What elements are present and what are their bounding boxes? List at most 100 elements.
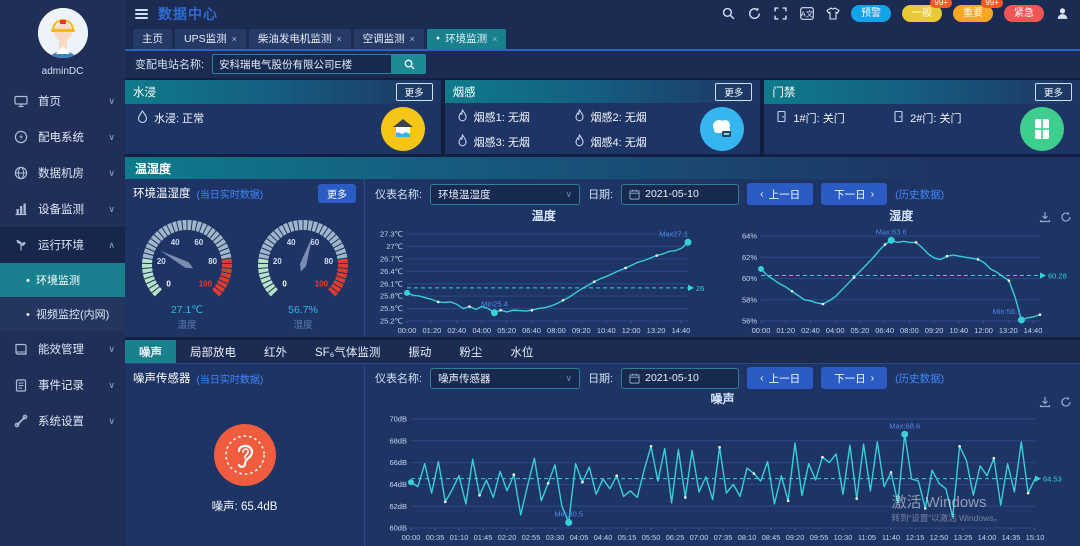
temperature-chart: 温度 27.3℃27℃26.7℃26.4℃26.1℃25.8℃25.5℃25.2…: [365, 209, 723, 337]
chevron-down-icon: ∨: [565, 373, 572, 384]
window-tab[interactable]: UPS监测×: [175, 29, 246, 49]
close-tab-icon[interactable]: ×: [336, 34, 341, 44]
more-button[interactable]: 更多: [396, 83, 433, 101]
svg-text:10:30: 10:30: [833, 533, 852, 542]
date-picker[interactable]: 2021-05-10: [621, 368, 739, 389]
svg-text:0: 0: [166, 279, 171, 288]
chevron-down-icon: ∨: [108, 168, 115, 179]
window-tab-label: 空调监测: [363, 31, 405, 46]
sidebar-item-server[interactable]: 数据机房∨: [0, 155, 125, 191]
door-icon: [1020, 107, 1064, 151]
sidebar-item-home[interactable]: 首页∨: [0, 83, 125, 119]
sidebar-item-book[interactable]: 能效管理∨: [0, 331, 125, 367]
gauge-more-button[interactable]: 更多: [318, 184, 356, 203]
refresh-icon[interactable]: [1060, 396, 1072, 408]
window-tab[interactable]: 主页: [133, 29, 172, 49]
sensor-tab[interactable]: 局部放电: [176, 340, 250, 363]
hamburger-menu-icon[interactable]: [135, 9, 148, 19]
svg-text:60: 60: [310, 238, 319, 247]
close-tab-icon[interactable]: ×: [410, 34, 415, 44]
date-picker[interactable]: 2021-05-10: [621, 184, 739, 205]
refresh-icon[interactable]: [1060, 211, 1072, 223]
svg-text:27.3℃: 27.3℃: [380, 230, 403, 239]
meter-select[interactable]: 噪声传感器 ∨: [430, 368, 580, 389]
translate-icon[interactable]: A文: [799, 6, 814, 21]
date-label: 日期:: [588, 186, 613, 202]
station-search-input[interactable]: [212, 54, 392, 74]
status-item: 2#门: 关门: [893, 110, 1010, 126]
sensor-tab[interactable]: 水位: [496, 340, 547, 363]
server-icon: [14, 166, 30, 180]
history-data-link[interactable]: (历史数据): [895, 187, 944, 202]
history-data-link[interactable]: (历史数据): [895, 371, 944, 386]
next-day-button[interactable]: 下一日 ›: [821, 367, 887, 389]
window-tab[interactable]: 空调监测 ×: [354, 29, 424, 49]
user-profile: adminDC: [0, 0, 125, 83]
alarm-chip[interactable]: 预警: [851, 5, 891, 22]
svg-text:07:35: 07:35: [713, 533, 732, 542]
download-icon[interactable]: [1039, 396, 1051, 408]
sensor-tab[interactable]: 红外: [250, 340, 301, 363]
sensor-tab-label: 粉尘: [459, 344, 482, 360]
book-icon: [14, 342, 30, 356]
prev-day-button[interactable]: ‹ 上一日: [747, 183, 813, 205]
svg-text:02:55: 02:55: [521, 533, 540, 542]
alarm-chip[interactable]: 一般99+: [902, 5, 942, 22]
theme-icon[interactable]: [825, 6, 840, 21]
sensor-tab[interactable]: 粉尘: [445, 340, 496, 363]
download-icon[interactable]: [1039, 211, 1051, 223]
sidebar-subitem[interactable]: • 环境监测: [0, 263, 125, 297]
alarm-chip[interactable]: 紧急: [1004, 5, 1044, 22]
window-tab[interactable]: 柴油发电机监测×: [249, 29, 351, 49]
svg-text:100: 100: [314, 279, 328, 288]
svg-text:20: 20: [156, 257, 165, 266]
sensor-tab[interactable]: 振动: [394, 340, 445, 363]
noise-section: 噪声局部放电红外SF₆气体监测振动粉尘水位 噪声传感器 (当日实时数据): [125, 340, 1080, 546]
prev-day-button[interactable]: ‹ 上一日: [747, 367, 813, 389]
sensor-tab-label: 红外: [264, 344, 287, 360]
status-panel: 水浸更多水浸: 正常: [125, 80, 441, 154]
sensor-tab[interactable]: 噪声: [125, 340, 176, 363]
refresh-icon[interactable]: [747, 6, 762, 21]
fullscreen-icon[interactable]: [773, 6, 788, 21]
search-icon[interactable]: [721, 6, 736, 21]
next-day-button[interactable]: 下一日 ›: [821, 183, 887, 205]
close-tab-icon[interactable]: ×: [492, 34, 497, 44]
sensor-tab[interactable]: SF₆气体监测: [301, 340, 394, 363]
meter-name-label: 仪表名称:: [375, 370, 422, 386]
user-avatar[interactable]: [38, 8, 88, 58]
more-button[interactable]: 更多: [1035, 83, 1072, 101]
sidebar-item-power[interactable]: 配电系统∨: [0, 119, 125, 155]
sidebar-item-chart[interactable]: 设备监测∨: [0, 191, 125, 227]
sidebar-subitem[interactable]: • 视频监控(内网): [0, 297, 125, 331]
home-icon: [14, 94, 30, 108]
svg-text:64%: 64%: [742, 232, 757, 241]
chevron-down-icon: ∨: [108, 416, 115, 427]
close-tab-icon[interactable]: ×: [232, 34, 237, 44]
sidebar-item-settings[interactable]: 系统设置∨: [0, 403, 125, 439]
window-tab[interactable]: ●环境监测×: [427, 29, 507, 49]
sensor-tab-label: 振动: [408, 344, 431, 360]
sidebar-item-label: 设备监测: [38, 201, 84, 217]
noise-chart-actions: [1039, 396, 1072, 408]
svg-text:40: 40: [286, 238, 295, 247]
meter-select[interactable]: 环境温湿度∨: [430, 184, 580, 205]
svg-text:12:50: 12:50: [929, 533, 948, 542]
sensor-tab-label: SF₆气体监测: [315, 344, 380, 360]
temp-chart-actions: [1039, 211, 1072, 223]
sidebar-item-log[interactable]: 事件记录∨: [0, 367, 125, 403]
svg-text:09:20: 09:20: [572, 326, 591, 335]
sensor-tab-label: 水位: [510, 344, 533, 360]
user-icon[interactable]: [1055, 6, 1070, 21]
sidebar-item-label: 配电系统: [38, 129, 84, 145]
svg-text:56%: 56%: [742, 317, 757, 326]
alarm-chip[interactable]: 重要99+: [953, 5, 993, 22]
meter-select-value: 噪声传感器: [438, 371, 491, 386]
svg-text:02:20: 02:20: [497, 533, 516, 542]
more-button[interactable]: 更多: [715, 83, 752, 101]
sidebar-item-env[interactable]: 运行环境∧: [0, 227, 125, 263]
alarm-count-badge: 99+: [930, 0, 952, 8]
svg-text:14:40: 14:40: [672, 326, 691, 335]
search-button[interactable]: [392, 54, 426, 74]
status-item: 1#门: 关门: [776, 110, 893, 126]
